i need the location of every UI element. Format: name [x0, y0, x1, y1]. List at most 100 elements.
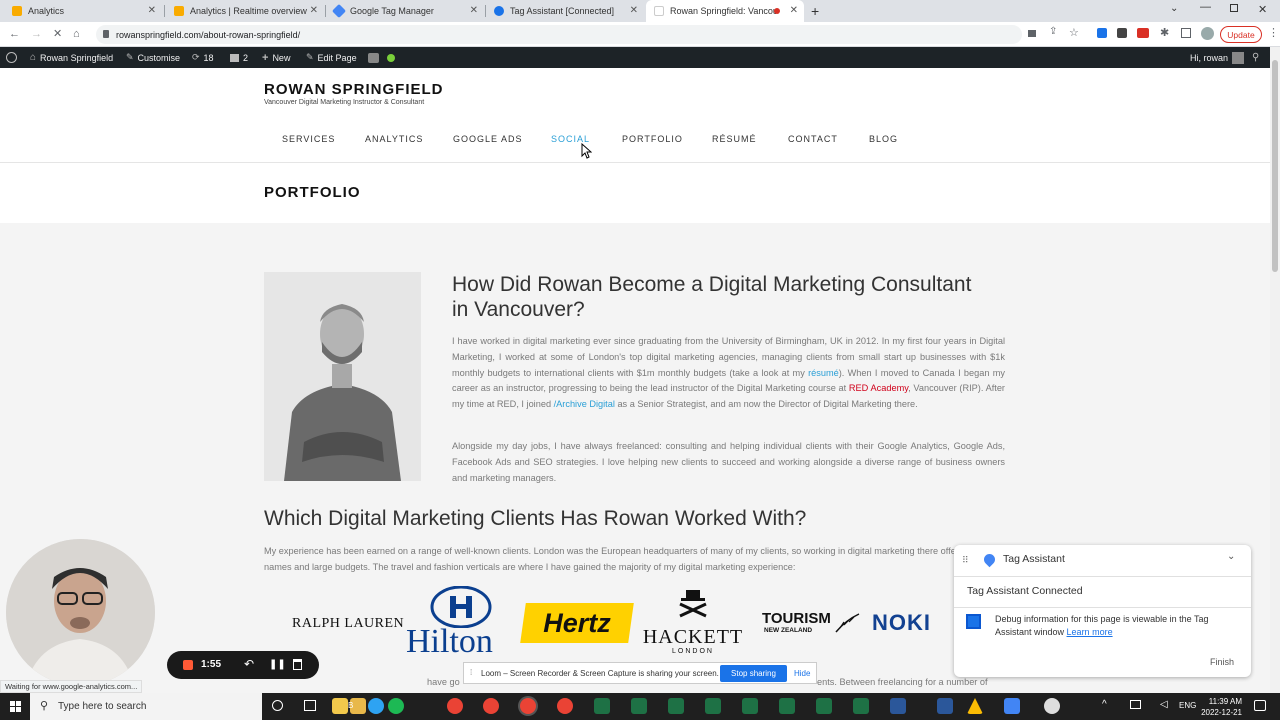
menu-dots-icon[interactable]: ⋮: [1268, 26, 1279, 39]
excel-icon[interactable]: [816, 698, 832, 714]
archive-digital-link[interactable]: /Archive Digital: [554, 399, 615, 409]
taskbar-clock[interactable]: 11:39 AM 2022-12-21: [1200, 696, 1242, 718]
browser-tab[interactable]: Analytics ✕: [4, 0, 162, 22]
nav-item-analytics[interactable]: ANALYTICS: [365, 134, 423, 144]
loom-webcam-bubble[interactable]: [6, 539, 155, 686]
nav-item-resume[interactable]: RÉSUMÉ: [712, 134, 757, 144]
browser-tab-active[interactable]: Rowan Springfield: Vancouv ✕: [646, 0, 804, 22]
chrome-icon[interactable]: [483, 698, 499, 714]
share-icon[interactable]: ⇪: [1049, 26, 1057, 37]
hide-button[interactable]: Hide: [794, 669, 810, 678]
file-explorer-icon[interactable]: [332, 698, 348, 714]
language-indicator[interactable]: ENG: [1179, 701, 1196, 710]
collapse-chevron-icon[interactable]: ⌄: [1227, 551, 1235, 562]
taskbar-app-icon[interactable]: [1044, 698, 1060, 714]
puzzle-icon[interactable]: ✱: [1160, 26, 1169, 39]
restore-window-button[interactable]: [1230, 4, 1238, 12]
excel-icon[interactable]: [779, 698, 795, 714]
update-button[interactable]: Update: [1220, 26, 1262, 43]
back-arrow-icon[interactable]: ←: [9, 27, 20, 41]
restart-icon[interactable]: ↶: [244, 657, 254, 671]
bookmark-star-icon[interactable]: ☆: [1069, 26, 1079, 39]
taskbar-search-box[interactable]: ⚲ Type here to search: [30, 693, 262, 720]
text-span: as a Senior Strategist, and am now the D…: [614, 399, 918, 410]
wp-account-link[interactable]: Hi, rowan: [1190, 47, 1245, 68]
extension-icon[interactable]: [1117, 28, 1127, 38]
wp-site-link[interactable]: ⌂ Rowan Springfield: [30, 47, 113, 68]
minimize-window-button[interactable]: —: [1200, 1, 1211, 13]
nav-item-portfolio[interactable]: PORTFOLIO: [622, 134, 683, 144]
excel-icon[interactable]: [853, 698, 869, 714]
nav-item-google-ads[interactable]: GOOGLE ADS: [453, 134, 523, 144]
taskbar-app-icon[interactable]: [368, 698, 384, 714]
cast-icon[interactable]: [1028, 30, 1036, 37]
tab-title: Rowan Springfield: Vancouv: [670, 6, 776, 16]
browser-tab[interactable]: Tag Assistant [Connected] ✕: [486, 0, 644, 22]
notification-icon[interactable]: [1254, 700, 1266, 711]
chrome-icon-active[interactable]: [520, 698, 536, 714]
network-icon[interactable]: [1130, 700, 1141, 709]
close-tab-icon[interactable]: ✕: [310, 5, 318, 16]
wp-search-icon[interactable]: ⚲: [1252, 47, 1259, 68]
wordpress-logo-icon[interactable]: [6, 47, 17, 68]
task-view-icon[interactable]: [304, 700, 316, 711]
close-tab-icon[interactable]: ✕: [470, 5, 478, 16]
google-drive-icon[interactable]: [967, 698, 983, 714]
excel-icon[interactable]: [594, 698, 610, 714]
resume-link[interactable]: résumé: [808, 368, 839, 378]
address-bar[interactable]: rowanspringfield.com/about-rowan-springf…: [96, 25, 1079, 44]
extension-icon[interactable]: [1097, 28, 1107, 38]
finish-button[interactable]: Finish: [1210, 657, 1234, 667]
windows-start-icon[interactable]: [10, 701, 21, 712]
trash-icon[interactable]: [293, 659, 302, 670]
seo-plugin-icon[interactable]: [368, 47, 379, 68]
pause-icon[interactable]: ❚❚: [269, 659, 286, 670]
word-icon[interactable]: [937, 698, 953, 714]
tag-manager-icon: [331, 3, 347, 19]
spotify-icon[interactable]: [388, 698, 404, 714]
red-academy-link[interactable]: RED Academy: [849, 383, 908, 393]
site-title[interactable]: ROWAN SPRINGFIELD: [264, 81, 444, 98]
wp-edit-link[interactable]: ✎ Edit Page: [306, 47, 357, 68]
stop-loading-icon[interactable]: ✕: [53, 27, 62, 41]
user-avatar: [1232, 51, 1245, 64]
learn-more-link[interactable]: Learn more: [1067, 627, 1113, 637]
wp-new-link[interactable]: + New: [262, 47, 290, 68]
profile-avatar[interactable]: [1201, 27, 1214, 40]
excel-icon[interactable]: [668, 698, 684, 714]
stop-sharing-button[interactable]: Stop sharing: [720, 665, 787, 682]
drag-handle-icon[interactable]: ⠿: [962, 555, 969, 566]
home-icon[interactable]: ⌂: [73, 27, 80, 41]
browser-tab[interactable]: Google Tag Manager ✕: [326, 0, 484, 22]
cortana-icon[interactable]: [272, 700, 283, 711]
stop-recording-icon[interactable]: [183, 660, 193, 670]
minimize-button[interactable]: ⌄: [1170, 3, 1178, 14]
close-window-button[interactable]: ✕: [1258, 3, 1267, 16]
chrome-icon[interactable]: [557, 698, 573, 714]
taskbar-app-icon[interactable]: [1004, 698, 1020, 714]
extension-icon[interactable]: [1137, 28, 1149, 38]
screen-share-notification: ⁞ Loom – Screen Recorder & Screen Captur…: [463, 662, 817, 684]
drag-handle-icon[interactable]: ⁞: [470, 668, 472, 677]
excel-icon[interactable]: [631, 698, 647, 714]
chrome-icon[interactable]: [447, 698, 463, 714]
excel-icon[interactable]: [705, 698, 721, 714]
word-icon[interactable]: [890, 698, 906, 714]
side-panel-icon[interactable]: [1181, 28, 1191, 38]
wp-comments-link[interactable]: 2: [230, 47, 248, 68]
nav-item-contact[interactable]: CONTACT: [788, 134, 838, 144]
nav-item-services[interactable]: SERVICES: [282, 134, 335, 144]
browser-tab[interactable]: Analytics | Realtime overview ✕: [166, 0, 324, 22]
forward-arrow-icon[interactable]: →: [31, 27, 42, 41]
close-tab-icon[interactable]: ✕: [148, 5, 156, 16]
tray-chevron-icon[interactable]: ^: [1102, 699, 1107, 710]
close-tab-icon[interactable]: ✕: [790, 5, 798, 16]
scrollbar-thumb[interactable]: [1272, 60, 1278, 272]
nav-item-blog[interactable]: BLOG: [869, 134, 898, 144]
close-tab-icon[interactable]: ✕: [630, 5, 638, 16]
volume-icon[interactable]: ◁: [1160, 699, 1168, 710]
new-tab-button[interactable]: +: [811, 3, 819, 19]
excel-icon[interactable]: [742, 698, 758, 714]
wp-customise-link[interactable]: ✎ Customise: [126, 47, 180, 68]
wp-updates-link[interactable]: ⟳ 18: [192, 47, 214, 68]
